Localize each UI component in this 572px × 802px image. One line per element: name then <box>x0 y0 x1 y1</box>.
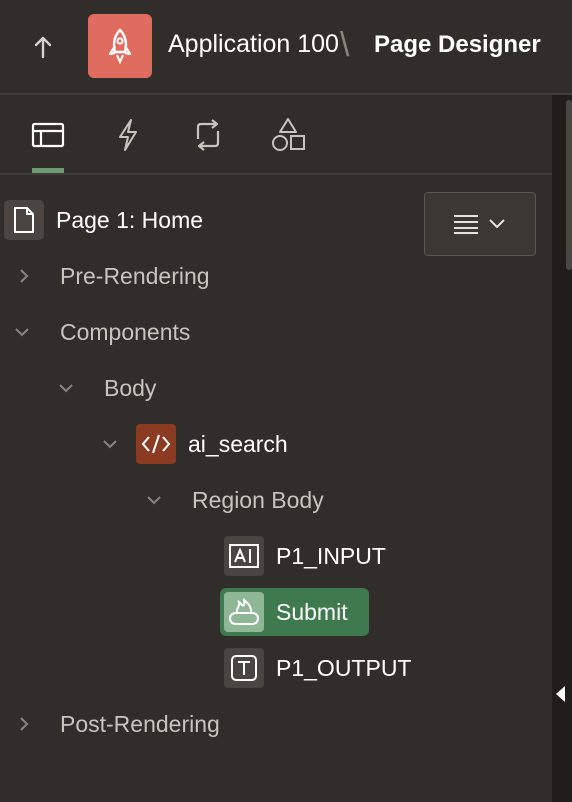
header-bar: Application 100 \ Page Designer <box>0 0 572 95</box>
tree-label-pre-rendering: Pre-Rendering <box>60 263 210 289</box>
tree-label-submit: Submit <box>276 599 348 625</box>
breadcrumb-separator: \ <box>340 26 350 64</box>
tree-node-submit[interactable]: Submit <box>220 588 369 636</box>
chevron-down-icon[interactable] <box>14 324 30 340</box>
chevron-down-icon <box>489 219 505 229</box>
chevron-right-icon[interactable] <box>16 268 32 284</box>
text-ai-icon <box>224 536 264 576</box>
code-icon <box>136 424 176 464</box>
up-arrow-icon[interactable] <box>26 30 60 64</box>
tree-label-p1-output: P1_OUTPUT <box>276 655 412 681</box>
tree-node-body[interactable]: Body <box>0 368 400 408</box>
tree-node-components[interactable]: Components <box>0 312 400 352</box>
refresh-icon <box>196 119 220 151</box>
tree-node-region-body[interactable]: Region Body <box>0 480 400 520</box>
scrollbar-thumb[interactable] <box>566 100 572 270</box>
chevron-right-icon[interactable] <box>16 716 32 732</box>
button-icon <box>224 592 264 632</box>
application-title[interactable]: Application 100 <box>168 30 339 59</box>
tab-dynamic-actions[interactable] <box>108 115 148 155</box>
page-label: Page 1: Home <box>56 207 204 233</box>
tab-rendering[interactable] <box>28 115 68 155</box>
tab-shared-components[interactable] <box>268 115 308 155</box>
tree-label-body: Body <box>104 375 157 401</box>
collapse-panel-handle[interactable] <box>556 686 565 702</box>
rocket-icon[interactable] <box>88 14 152 78</box>
tree-menu-button[interactable] <box>424 192 536 256</box>
tree-label-post-rendering: Post-Rendering <box>60 711 220 737</box>
tree-node-p1-output[interactable]: P1_OUTPUT <box>0 648 420 688</box>
tree-label-region: ai_search <box>188 431 288 457</box>
page-icon <box>4 200 44 240</box>
hamburger-icon <box>454 215 478 234</box>
tree-node-pre-rendering[interactable]: Pre-Rendering <box>0 256 400 296</box>
tab-bar <box>0 97 552 175</box>
shapes-icon <box>272 118 305 151</box>
lightning-icon <box>119 119 137 151</box>
chevron-down-icon[interactable] <box>58 380 74 396</box>
tree-node-post-rendering[interactable]: Post-Rendering <box>0 704 400 744</box>
tab-processing[interactable] <box>188 115 228 155</box>
tree-label-p1-input: P1_INPUT <box>276 543 386 569</box>
tree-label-region-body: Region Body <box>192 487 324 513</box>
layout-icon <box>31 122 65 148</box>
tree-node-page[interactable]: Page 1: Home <box>4 200 404 240</box>
tree-node-region[interactable]: ai_search <box>0 424 400 464</box>
page-designer-title: Page Designer <box>374 31 541 58</box>
tree-node-p1-input[interactable]: P1_INPUT <box>0 536 420 576</box>
active-tab-indicator <box>32 168 64 173</box>
chevron-down-icon[interactable] <box>102 436 118 452</box>
chevron-down-icon[interactable] <box>146 492 162 508</box>
tree-label-components: Components <box>60 319 191 345</box>
text-field-icon <box>224 648 264 688</box>
